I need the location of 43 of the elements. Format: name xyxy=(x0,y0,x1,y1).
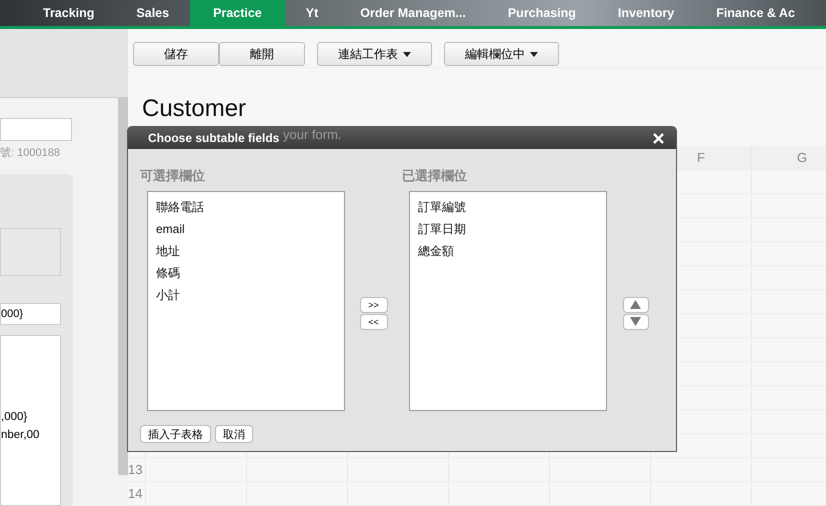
selected-list[interactable]: 訂單編號 訂單日期 總金額 xyxy=(409,191,607,411)
nav-tab[interactable]: Yt xyxy=(284,0,340,26)
move-up-button[interactable] xyxy=(622,296,648,312)
scrollbar[interactable] xyxy=(118,98,128,475)
formula-area[interactable]: ,000} nber,00 xyxy=(0,335,61,506)
remove-button[interactable]: << xyxy=(360,314,388,330)
down-triangle-icon xyxy=(630,317,641,326)
row-number: 13 xyxy=(128,461,144,479)
up-triangle-icon xyxy=(630,300,641,309)
list-label: 已選擇欄位 xyxy=(402,167,468,185)
dialog-title: Choose subtable fields xyxy=(148,131,280,145)
nav-tab[interactable]: Tracking xyxy=(22,0,116,26)
formula-line: nber,00 xyxy=(1,428,40,443)
text-field[interactable] xyxy=(0,118,72,141)
list-label: 可選擇欄位 xyxy=(140,167,206,185)
toolbar-button[interactable]: 編輯欄位中 xyxy=(444,42,559,66)
list-item[interactable]: 條碼 xyxy=(156,262,336,284)
formula-line: ,000} xyxy=(1,410,28,425)
formula-field[interactable]: 000} xyxy=(0,303,61,325)
list-item[interactable]: 聯絡電話 xyxy=(156,196,336,218)
row-number: 14 xyxy=(128,485,144,503)
move-down-button[interactable] xyxy=(622,314,648,330)
close-icon[interactable] xyxy=(653,132,664,144)
record-number: 號: 1000188 xyxy=(0,146,60,160)
nav-tab[interactable]: Practice xyxy=(190,0,285,26)
list-item[interactable]: 小計 xyxy=(156,284,336,306)
available-list[interactable]: 聯絡電話 email 地址 條碼 小計 xyxy=(147,191,345,411)
dialog-button[interactable]: 插入子表格 xyxy=(140,425,211,443)
list-item[interactable]: 地址 xyxy=(156,240,336,262)
toolbar-button[interactable]: 離開 xyxy=(219,42,305,66)
list-item[interactable]: 總金額 xyxy=(418,240,598,262)
nav-tab[interactable]: Finance & Ac xyxy=(695,0,816,26)
list-item[interactable]: 訂單編號 xyxy=(418,196,598,218)
nav-tab[interactable]: Order Managem... xyxy=(339,0,487,26)
list-item[interactable]: 訂單日期 xyxy=(418,218,598,240)
form-description: your form. xyxy=(283,128,342,142)
list-item[interactable]: email xyxy=(156,218,336,240)
toolbar-button[interactable]: 連結工作表 xyxy=(317,42,432,66)
dialog-button[interactable]: 取消 xyxy=(215,425,253,443)
toolbar-button[interactable]: 儲存 xyxy=(133,42,219,66)
add-button[interactable]: >> xyxy=(360,296,388,312)
form-title: Customer xyxy=(142,94,248,124)
nav-tab[interactable]: Sales xyxy=(115,0,190,26)
